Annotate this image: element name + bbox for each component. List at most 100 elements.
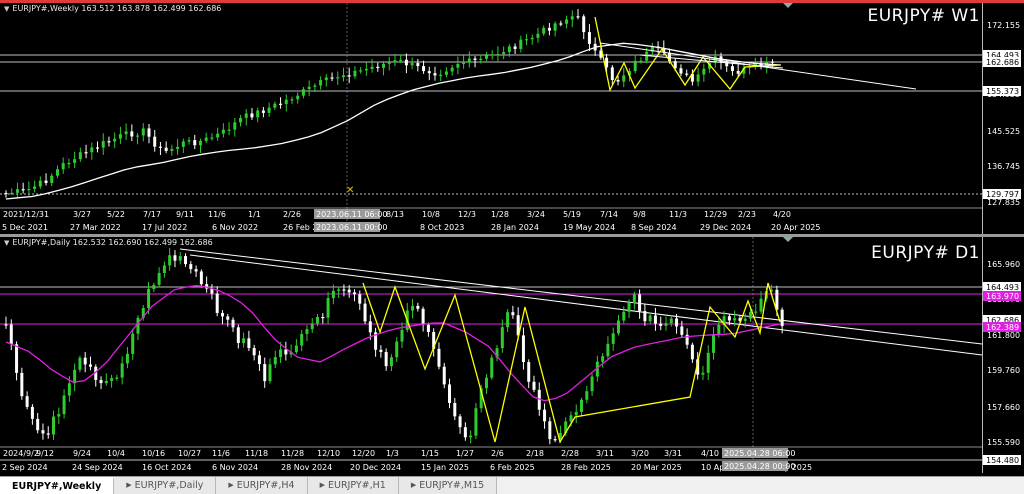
chart-tab[interactable]: ▶ EURJPY#,Daily	[114, 477, 217, 494]
chart-tab[interactable]: ▶ EURJPY#,H4	[216, 477, 308, 494]
weekly-candle	[181, 141, 185, 147]
daily-candle	[168, 255, 172, 266]
weekly-date-label: 17 Jul 2022	[142, 223, 187, 232]
daily-candle	[15, 344, 19, 373]
daily-date-tick: 2024/9/2	[3, 449, 39, 458]
weekly-candle	[187, 140, 191, 142]
daily-chart-canvas[interactable]: 165.960163.870161.800159.760157.660155.5…	[0, 237, 1024, 473]
daily-candle	[342, 289, 346, 291]
weekly-candle	[382, 63, 386, 68]
daily-candle	[490, 357, 494, 378]
weekly-candle	[118, 134, 122, 139]
daily-date-tick: 11/18	[245, 449, 268, 458]
daily-candle	[395, 341, 399, 358]
daily-candle	[780, 309, 784, 327]
weekly-chart-canvas[interactable]: ✕172.155163.630154.955145.525136.745127.…	[0, 3, 1024, 234]
chart-tab[interactable]: ▶ EURJPY#,M15	[398, 477, 498, 494]
daily-candle	[622, 311, 626, 321]
weekly-candle	[239, 117, 243, 123]
weekly-date-tick: 12/29	[704, 210, 727, 219]
weekly-candle	[582, 16, 586, 33]
weekly-candle	[256, 110, 260, 118]
weekly-chart-title: EURJPY# W1	[867, 6, 980, 26]
daily-candle	[511, 312, 515, 316]
weekly-date-tick: 5/22	[107, 210, 125, 219]
daily-candle	[257, 355, 261, 365]
weekly-candle	[679, 68, 683, 74]
daily-candle	[78, 357, 82, 370]
weekly-candle	[204, 137, 208, 141]
daily-candle	[189, 264, 193, 270]
weekly-date-label: 8 Oct 2023	[420, 223, 464, 232]
tab-arrow-icon: ▶	[228, 481, 234, 489]
daily-candle	[442, 366, 446, 385]
weekly-candle	[319, 80, 323, 86]
daily-candle	[627, 303, 631, 312]
daily-candle	[52, 416, 56, 435]
chart-tab-label: EURJPY#,Weekly	[12, 481, 102, 492]
daily-candle	[25, 396, 29, 407]
weekly-candle	[525, 39, 529, 41]
weekly-candle	[233, 122, 237, 130]
daily-chart-panel[interactable]: 165.960163.870161.800159.760157.660155.5…	[0, 237, 1024, 473]
weekly-candle	[113, 138, 117, 142]
daily-candle	[352, 292, 356, 295]
weekly-candle	[353, 70, 357, 77]
weekly-candle	[462, 62, 466, 65]
daily-candle	[474, 408, 478, 436]
daily-candle	[521, 335, 525, 363]
daily-candle	[347, 289, 351, 293]
daily-candle	[569, 415, 573, 422]
daily-candle	[4, 324, 8, 326]
daily-date-tick: 4/10	[701, 449, 719, 458]
weekly-candle	[484, 55, 488, 59]
chart-tab[interactable]: EURJPY#,Weekly	[0, 477, 115, 494]
daily-candle	[601, 356, 605, 362]
daily-candle	[643, 311, 647, 322]
weekly-date-label: 5 Dec 2021	[2, 223, 48, 232]
weekly-candle	[307, 86, 311, 90]
weekly-candle	[273, 103, 277, 108]
daily-candle	[247, 338, 251, 349]
weekly-price-scale[interactable]	[982, 3, 1024, 234]
weekly-candle	[284, 99, 288, 104]
weekly-date-label: 6 Nov 2022	[212, 223, 258, 232]
weekly-date-tick: 7/17	[143, 210, 161, 219]
weekly-candle	[227, 129, 231, 131]
daily-candle	[36, 418, 40, 431]
weekly-candle	[261, 110, 265, 113]
daily-candle	[99, 379, 103, 384]
daily-candle	[426, 324, 430, 332]
daily-candle	[733, 318, 737, 321]
chart-menu-arrow-icon: ▼	[4, 239, 10, 247]
daily-date-label: 6 Nov 2024	[212, 463, 258, 472]
daily-date-label: 24 Sep 2024	[72, 463, 123, 472]
daily-chart-info: ▼ EURJPY#,Daily 162.532 162.690 162.499 1…	[4, 238, 213, 247]
weekly-candle	[279, 103, 283, 105]
weekly-candle	[107, 141, 111, 143]
daily-candle	[532, 381, 536, 390]
chart-tab[interactable]: ▶ EURJPY#,H1	[307, 477, 399, 494]
weekly-candle	[736, 71, 740, 74]
weekly-candle	[136, 135, 140, 137]
daily-price-scale[interactable]	[982, 237, 1024, 473]
daily-candle	[638, 294, 642, 312]
weekly-candle	[198, 140, 202, 146]
weekly-candle	[341, 75, 345, 78]
weekly-date-tick: 12/3	[458, 210, 476, 219]
weekly-chart-panel[interactable]: ✕172.155163.630154.955145.525136.745127.…	[0, 3, 1024, 234]
daily-ohlc-text: EURJPY#,Daily 162.532 162.690 162.499 16…	[12, 238, 213, 247]
daily-candle	[469, 435, 473, 438]
daily-candle	[484, 377, 488, 389]
daily-candle	[20, 372, 24, 397]
daily-date-tick: 1/27	[456, 449, 474, 458]
daily-candle	[590, 376, 594, 392]
weekly-candle	[55, 169, 59, 176]
weekly-moving-average	[5, 42, 782, 200]
daily-date-label: 6 Feb 2025	[490, 463, 535, 472]
weekly-candle	[507, 46, 511, 53]
daily-date-label: 15 Jan 2025	[421, 463, 469, 472]
daily-date-tick: 11/28	[281, 449, 304, 458]
daily-candle	[548, 421, 552, 440]
weekly-candle	[444, 71, 448, 75]
